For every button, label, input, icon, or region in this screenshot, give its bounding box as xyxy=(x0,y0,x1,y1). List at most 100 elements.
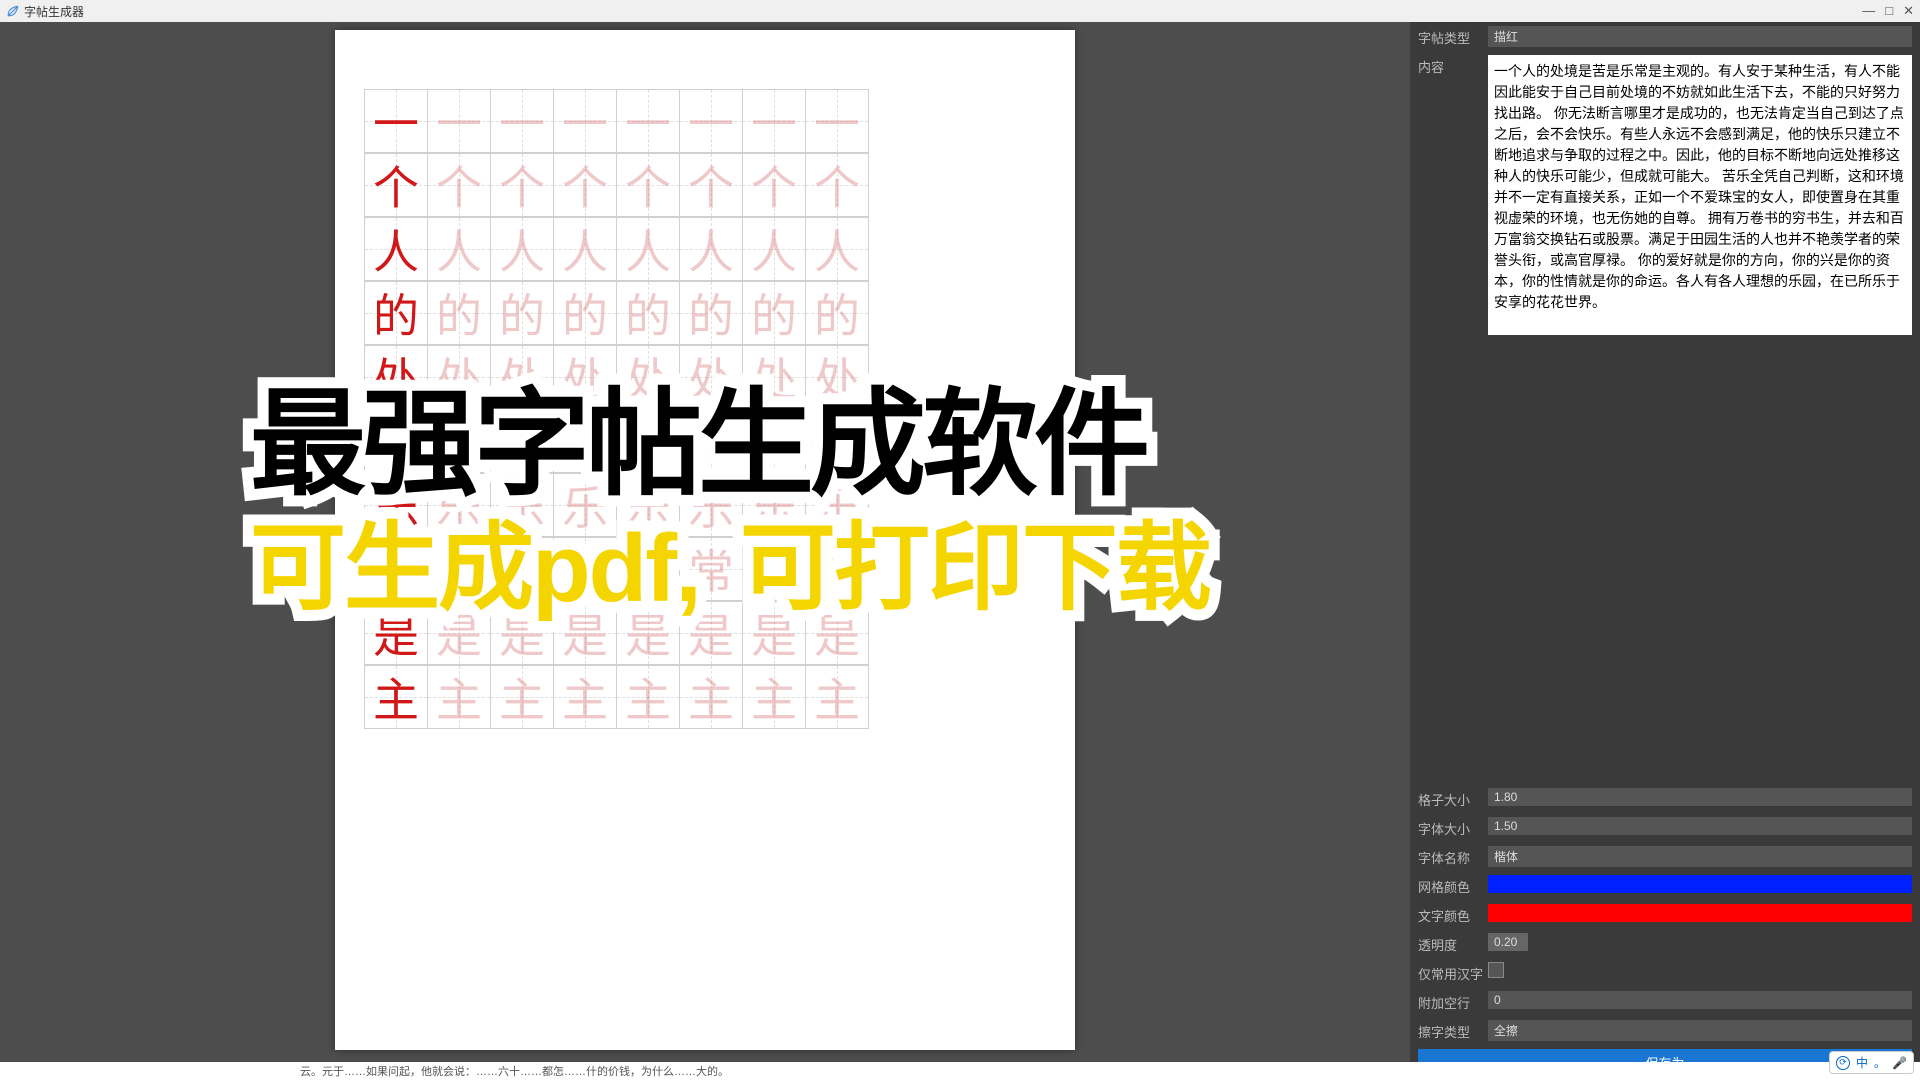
char-trace: 的 xyxy=(436,280,482,346)
grid-cell: 的 xyxy=(616,281,680,345)
fill-row: 擦字类型 全擦 xyxy=(1410,1016,1920,1045)
char-trace: 个 xyxy=(688,152,734,218)
cell-size-input[interactable]: 1.80 xyxy=(1488,788,1912,806)
grid-cell: 个 xyxy=(742,153,806,217)
grid-cell: 人 xyxy=(553,217,617,281)
char-trace: 个 xyxy=(436,152,482,218)
grid-cell: 人 xyxy=(679,217,743,281)
grid-cell: 一 xyxy=(427,89,491,153)
grid-cell: 的 xyxy=(364,281,428,345)
window-title: 字帖生成器 xyxy=(24,3,84,20)
opacity-row: 透明度 0.20 xyxy=(1410,929,1920,958)
grid-cell: 人 xyxy=(427,217,491,281)
type-row: 字帖类型 描红 xyxy=(1410,22,1920,51)
grid-cell: 一 xyxy=(805,89,869,153)
font-name-input[interactable]: 楷体 xyxy=(1488,846,1912,867)
grid-cell: 个 xyxy=(679,153,743,217)
grid-color-picker[interactable] xyxy=(1488,875,1912,893)
grid-cell: 主 xyxy=(616,665,680,729)
grid-color-row: 网格颜色 xyxy=(1410,871,1920,900)
grid-cell: 主 xyxy=(427,665,491,729)
char-solid: 主 xyxy=(373,664,419,730)
font-name-label: 字体名称 xyxy=(1418,846,1488,867)
grid-cell: 一 xyxy=(616,89,680,153)
common-label: 仅常用汉字 xyxy=(1418,962,1488,983)
char-trace: 主 xyxy=(688,664,734,730)
char-trace: 一 xyxy=(436,88,482,154)
grid-cell: 主 xyxy=(553,665,617,729)
char-trace: 主 xyxy=(562,664,608,730)
grid-cell: 主 xyxy=(679,665,743,729)
char-trace: 人 xyxy=(751,216,797,282)
char-trace: 人 xyxy=(814,216,860,282)
font-size-row: 字体大小 1.50 xyxy=(1410,813,1920,842)
char-trace: 个 xyxy=(625,152,671,218)
cell-size-row: 格子大小 1.80 xyxy=(1410,784,1920,813)
char-trace: 一 xyxy=(499,88,545,154)
common-row: 仅常用汉字 xyxy=(1410,958,1920,987)
char-trace: 一 xyxy=(562,88,608,154)
grid-row: 的的的的的的的的 xyxy=(365,282,1045,346)
char-trace: 人 xyxy=(562,216,608,282)
text-color-picker[interactable] xyxy=(1488,904,1912,922)
grid-cell: 个 xyxy=(553,153,617,217)
content-textarea[interactable]: 一个人的处境是苦是乐常是主观的。有人安于某种生活，有人不能因此能安于自己目前处境… xyxy=(1488,55,1912,335)
char-trace: 人 xyxy=(499,216,545,282)
ime-icon: ⟳ xyxy=(1836,1056,1850,1070)
overlay-shadow2: 可生成pdf,可打印下载 xyxy=(250,490,1210,629)
text-color-label: 文字颜色 xyxy=(1418,904,1488,925)
content-label: 内容 xyxy=(1418,55,1488,76)
cell-size-label: 格子大小 xyxy=(1418,788,1488,809)
char-trace: 的 xyxy=(625,280,671,346)
char-trace: 主 xyxy=(436,664,482,730)
grid-cell: 的 xyxy=(805,281,869,345)
grid-cell: 人 xyxy=(490,217,554,281)
opacity-input[interactable]: 0.20 xyxy=(1488,933,1528,951)
grid-row: 个个个个个个个个 xyxy=(365,154,1045,218)
grid-cell: 主 xyxy=(742,665,806,729)
char-trace: 人 xyxy=(688,216,734,282)
minimize-button[interactable]: — xyxy=(1862,3,1875,19)
grid-cell: 人 xyxy=(805,217,869,281)
status-text: 云。元于……如果问起，他就会说：……六十……都怎……什的价钱，为什么……大的。 xyxy=(300,1063,729,1079)
grid-cell: 个 xyxy=(427,153,491,217)
fill-select[interactable]: 全擦 xyxy=(1488,1020,1912,1041)
mic-icon: 🎤 xyxy=(1892,1056,1907,1070)
char-solid: 的 xyxy=(373,280,419,346)
char-trace: 主 xyxy=(625,664,671,730)
settings-panel: 字帖类型 描红 内容 一个人的处境是苦是乐常是主观的。有人安于某种生活，有人不能… xyxy=(1410,22,1920,1080)
grid-row: 一一一一一一一一 xyxy=(365,90,1045,154)
char-trace: 的 xyxy=(688,280,734,346)
title-bar: 字帖生成器 — □ ✕ xyxy=(0,0,1920,22)
content-row: 内容 一个人的处境是苦是乐常是主观的。有人安于某种生活，有人不能因此能安于自己目… xyxy=(1410,51,1920,339)
grid-cell: 主 xyxy=(805,665,869,729)
grid-cell: 主 xyxy=(490,665,554,729)
char-trace: 主 xyxy=(499,664,545,730)
char-trace: 的 xyxy=(814,280,860,346)
grid-row: 人人人人人人人人 xyxy=(365,218,1045,282)
char-trace: 人 xyxy=(625,216,671,282)
maximize-button[interactable]: □ xyxy=(1885,3,1893,19)
ime-indicator[interactable]: ⟳ 中 。 🎤 xyxy=(1829,1051,1914,1074)
text-color-row: 文字颜色 xyxy=(1410,900,1920,929)
ime-punct: 。 xyxy=(1874,1054,1886,1071)
common-checkbox[interactable] xyxy=(1488,962,1504,978)
spacing-input[interactable]: 0 xyxy=(1488,991,1912,1009)
close-button[interactable]: ✕ xyxy=(1903,3,1914,19)
status-bar: 云。元于……如果问起，他就会说：……六十……都怎……什的价钱，为什么……大的。 xyxy=(0,1062,1920,1080)
spacing-row: 附加空行 0 xyxy=(1410,987,1920,1016)
char-trace: 主 xyxy=(751,664,797,730)
type-select[interactable]: 描红 xyxy=(1488,26,1912,47)
char-solid: 个 xyxy=(373,152,419,218)
opacity-label: 透明度 xyxy=(1418,933,1488,954)
grid-cell: 个 xyxy=(364,153,428,217)
char-solid: 一 xyxy=(373,88,419,154)
ime-lang: 中 xyxy=(1856,1054,1868,1071)
char-trace: 一 xyxy=(814,88,860,154)
grid-cell: 主 xyxy=(364,665,428,729)
char-solid: 人 xyxy=(373,216,419,282)
window-controls: — □ ✕ xyxy=(1862,3,1914,19)
font-size-input[interactable]: 1.50 xyxy=(1488,817,1912,835)
grid-cell: 的 xyxy=(679,281,743,345)
grid-cell: 人 xyxy=(742,217,806,281)
